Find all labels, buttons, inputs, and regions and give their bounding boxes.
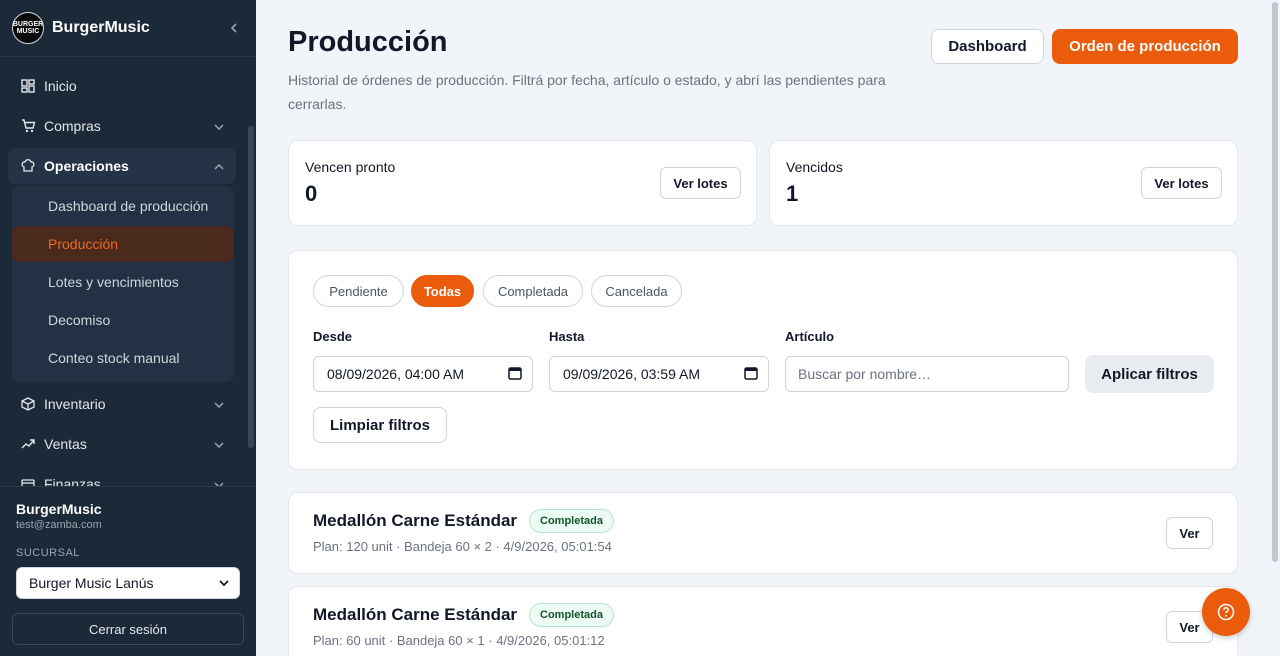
new-production-order-button[interactable]: Orden de producción xyxy=(1052,29,1238,64)
dashboard-button[interactable]: Dashboard xyxy=(931,29,1044,64)
order-meta: Plan: 120 unit · Bandeja 60 × 2 · 4/9/20… xyxy=(313,539,612,554)
from-date-label: Desde xyxy=(313,329,353,344)
filter-chip-pendiente[interactable]: Pendiente xyxy=(313,275,404,307)
status-badge: Completada xyxy=(529,603,614,627)
branch-selected-value: Burger Music Lanús xyxy=(29,575,154,591)
main-content: Producción Historial de órdenes de produ… xyxy=(256,0,1270,656)
chevron-up-icon xyxy=(214,159,224,173)
sidebar-item-label: Operaciones xyxy=(44,158,129,174)
from-date-input[interactable]: 08/09/2026, 04:00 AM xyxy=(313,356,533,392)
chevron-down-icon xyxy=(214,477,224,486)
sidebar-item-ventas[interactable]: Ventas xyxy=(8,426,236,462)
article-label: Artículo xyxy=(785,329,835,344)
sidebar-item-inicio[interactable]: Inicio xyxy=(8,68,236,104)
page-scrollbar[interactable] xyxy=(1270,0,1280,656)
filter-chip-completada[interactable]: Completada xyxy=(483,275,583,307)
current-user-name: BurgerMusic xyxy=(16,501,102,517)
calendar-icon[interactable] xyxy=(744,366,758,383)
cart-icon xyxy=(20,118,36,134)
help-button[interactable] xyxy=(1202,588,1250,636)
trend-up-icon xyxy=(20,436,36,452)
view-lots-button[interactable]: Ver lotes xyxy=(1141,167,1222,199)
branch-select[interactable]: Burger Music Lanús xyxy=(16,567,240,599)
sidebar-item-label: Compras xyxy=(44,118,101,134)
stat-value: 0 xyxy=(305,181,318,206)
dashboard-grid-icon xyxy=(20,78,36,94)
stat-label: Vencidos xyxy=(786,159,843,175)
submenu-item-lotes-vencimientos[interactable]: Lotes y vencimientos xyxy=(12,264,234,300)
brand-name: BurgerMusic xyxy=(52,19,150,36)
branch-label: SUCURSAL xyxy=(16,547,80,559)
to-date-input[interactable]: 09/09/2026, 03:59 AM xyxy=(549,356,769,392)
chevron-down-icon xyxy=(214,397,224,411)
calendar-icon[interactable] xyxy=(508,366,522,383)
wallet-icon xyxy=(20,476,36,486)
production-order-row[interactable]: Medallón Carne Estándar Completada Plan:… xyxy=(288,492,1238,574)
chevron-down-icon xyxy=(214,119,224,133)
article-search-input[interactable] xyxy=(785,356,1069,392)
sidebar-item-label: Ventas xyxy=(44,436,87,452)
logout-button[interactable]: Cerrar sesión xyxy=(12,613,244,645)
submenu-item-conteo-stock[interactable]: Conteo stock manual xyxy=(12,340,234,376)
chevron-down-icon xyxy=(219,578,229,589)
sidebar-item-compras[interactable]: Compras xyxy=(8,108,236,144)
filter-chip-cancelada[interactable]: Cancelada xyxy=(591,275,682,307)
collapse-sidebar-button[interactable] xyxy=(224,18,244,38)
operaciones-submenu: Dashboard de producción Producción Lotes… xyxy=(12,186,234,382)
current-user-email: test@zamba.com xyxy=(16,519,102,531)
to-date-label: Hasta xyxy=(549,329,585,344)
page-title: Producción xyxy=(288,26,448,58)
stat-label: Vencen pronto xyxy=(305,159,396,175)
submenu-item-dashboard-produccion[interactable]: Dashboard de producción xyxy=(12,188,234,224)
order-meta: Plan: 60 unit · Bandeja 60 × 1 · 4/9/202… xyxy=(313,633,605,648)
sidebar-scrollbar[interactable] xyxy=(248,126,254,448)
help-circle-icon xyxy=(1217,603,1235,621)
sidebar-item-finanzas[interactable]: Finanzas xyxy=(8,466,236,486)
filter-chip-todas[interactable]: Todas xyxy=(411,275,474,307)
view-lots-button[interactable]: Ver lotes xyxy=(660,167,741,199)
scrollbar-thumb[interactable] xyxy=(1272,2,1278,562)
sidebar-item-inventario[interactable]: Inventario xyxy=(8,386,236,422)
production-order-row[interactable]: Medallón Carne Estándar Completada Plan:… xyxy=(288,586,1238,656)
order-item-name: Medallón Carne Estándar xyxy=(313,511,518,530)
apply-filters-button[interactable]: Aplicar filtros xyxy=(1085,355,1214,393)
page-description: Historial de órdenes de producción. Filt… xyxy=(288,72,886,112)
clear-filters-button[interactable]: Limpiar filtros xyxy=(313,407,447,443)
sidebar-item-label: Inicio xyxy=(44,78,77,94)
sidebar-item-operaciones[interactable]: Operaciones xyxy=(8,148,236,184)
view-order-button[interactable]: Ver xyxy=(1166,517,1213,549)
brand-logo[interactable]: BURGER MUSIC xyxy=(12,12,44,44)
stat-card-expiring-soon: Vencen pronto 0 Ver lotes xyxy=(288,140,757,226)
submenu-item-produccion[interactable]: Producción xyxy=(12,226,234,262)
sidebar: BURGER MUSIC BurgerMusic Inicio Compras … xyxy=(0,0,256,656)
chevron-down-icon xyxy=(214,437,224,451)
from-date-value: 08/09/2026, 04:00 AM xyxy=(327,366,464,382)
order-item-name: Medallón Carne Estándar xyxy=(313,605,518,624)
sidebar-footer: BurgerMusic test@zamba.com SUCURSAL Burg… xyxy=(0,486,256,656)
to-date-value: 09/09/2026, 03:59 AM xyxy=(563,366,700,382)
box-icon xyxy=(20,396,36,412)
chef-hat-icon xyxy=(20,158,36,174)
filters-card: Pendiente Todas Completada Cancelada Des… xyxy=(288,250,1238,470)
sidebar-item-label: Inventario xyxy=(44,396,106,412)
brand-header: BURGER MUSIC BurgerMusic xyxy=(0,0,256,57)
stat-card-expired: Vencidos 1 Ver lotes xyxy=(769,140,1238,226)
sidebar-item-label: Finanzas xyxy=(44,476,101,486)
logo-text: BURGER MUSIC xyxy=(12,21,44,35)
sidebar-nav: Inicio Compras Operaciones Dashboard de … xyxy=(0,58,256,486)
stat-value: 1 xyxy=(786,181,799,206)
submenu-item-decomiso[interactable]: Decomiso xyxy=(12,302,234,338)
status-badge: Completada xyxy=(529,509,614,533)
chevron-left-icon xyxy=(230,23,237,33)
